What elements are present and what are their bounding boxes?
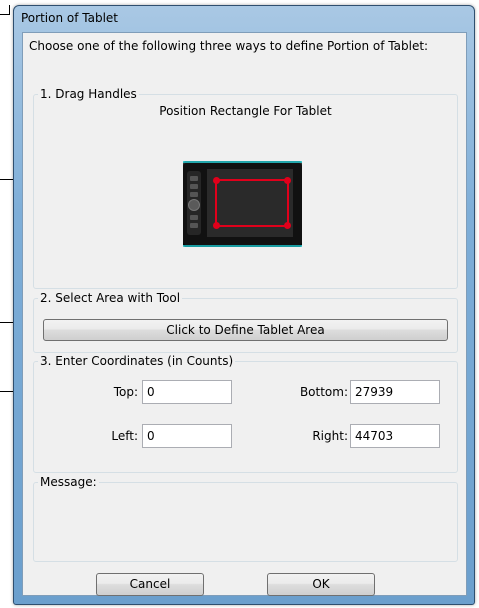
- express-key-icon: [190, 223, 198, 228]
- left-label: Left:: [111, 429, 138, 443]
- touch-ring-icon: [188, 199, 200, 211]
- bottom-field[interactable]: [350, 380, 440, 404]
- express-key-icon: [190, 192, 198, 197]
- tablet-bottom-edge: [183, 245, 302, 247]
- drag-handles-label: 1. Drag Handles: [38, 87, 139, 101]
- select-area-group: 2. Select Area with Tool Click to Define…: [33, 291, 458, 353]
- drag-handles-group: 1. Drag Handles Position Rectangle For T…: [33, 87, 458, 289]
- tablet-top-edge: [183, 161, 302, 163]
- coordinates-group: 3. Enter Coordinates (in Counts) Top: Bo…: [33, 354, 458, 473]
- bottom-label: Bottom:: [299, 385, 348, 399]
- tablet-graphic: [183, 161, 302, 247]
- select-area-label: 2. Select Area with Tool: [38, 291, 183, 305]
- right-field[interactable]: [350, 424, 440, 448]
- dialog-client-area: Choose one of the following three ways t…: [22, 32, 467, 596]
- cancel-button[interactable]: Cancel: [96, 573, 204, 596]
- left-field[interactable]: [142, 424, 232, 448]
- top-label: Top:: [113, 385, 138, 399]
- portion-rectangle[interactable]: [213, 177, 291, 229]
- dialog-title: Portion of Tablet: [21, 11, 119, 25]
- callout-line-title: [0, 14, 9, 15]
- right-label: Right:: [312, 429, 348, 443]
- top-field[interactable]: [142, 380, 232, 404]
- tablet-express-keys: [187, 171, 201, 235]
- position-rectangle-heading: Position Rectangle For Tablet: [159, 104, 332, 118]
- ok-button[interactable]: OK: [267, 573, 375, 596]
- handle-bottom-right[interactable]: [284, 222, 291, 229]
- message-group: Message:: [33, 475, 458, 562]
- express-key-icon: [190, 215, 198, 220]
- express-key-icon: [190, 176, 198, 181]
- handle-bottom-left[interactable]: [213, 222, 220, 229]
- intro-text: Choose one of the following three ways t…: [29, 39, 429, 53]
- portion-of-tablet-dialog: Portion of Tablet Choose one of the foll…: [13, 5, 475, 605]
- callout-line-title-vertical: [9, 5, 10, 15]
- coordinates-label: 3. Enter Coordinates (in Counts): [38, 354, 236, 368]
- define-tablet-area-button[interactable]: Click to Define Tablet Area: [43, 319, 448, 341]
- handle-top-left[interactable]: [213, 177, 220, 184]
- handle-top-right[interactable]: [284, 177, 291, 184]
- message-label: Message:: [38, 475, 99, 489]
- express-key-icon: [190, 184, 198, 189]
